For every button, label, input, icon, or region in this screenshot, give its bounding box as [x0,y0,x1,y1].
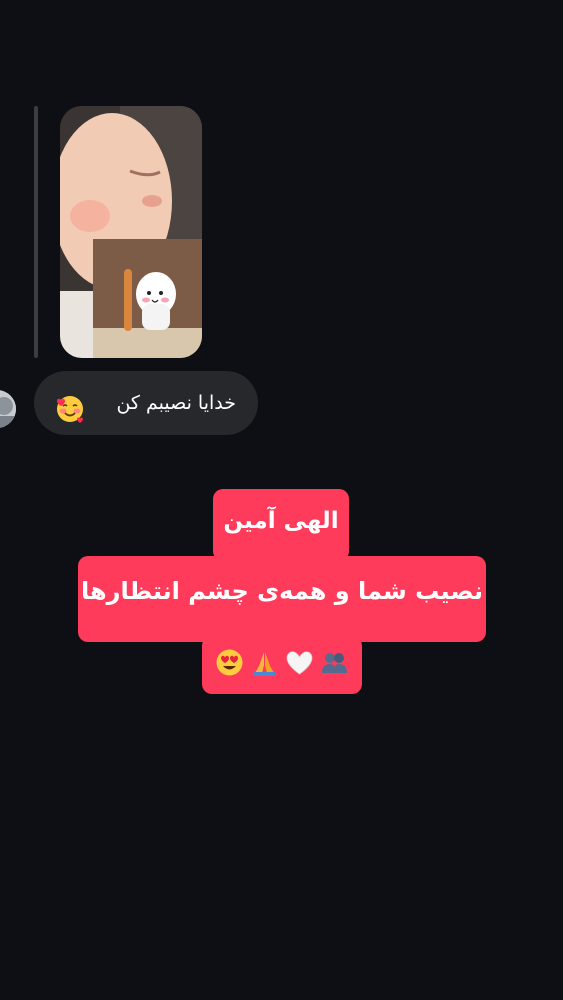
message-text: خدایا نصیبم کن [116,392,236,414]
heart-eyes-icon [215,648,244,677]
folded-hands-icon [250,648,279,677]
sticker-emoji-row [212,644,352,680]
smiling-face-with-hearts-icon [54,387,86,423]
hugging-people-icon [320,648,349,677]
reply-media-thumbnail[interactable] [60,106,202,358]
reply-indicator-bar [34,106,38,358]
received-message-bubble[interactable]: خدایا نصیبم کن [34,371,258,435]
sender-avatar[interactable] [0,390,16,428]
sticker-text-line2: نصیب شما و همه‌ی چشم انتظارها [81,577,483,605]
white-heart-icon [285,648,314,677]
sticker-text-line1: الهی آمین [223,508,339,534]
